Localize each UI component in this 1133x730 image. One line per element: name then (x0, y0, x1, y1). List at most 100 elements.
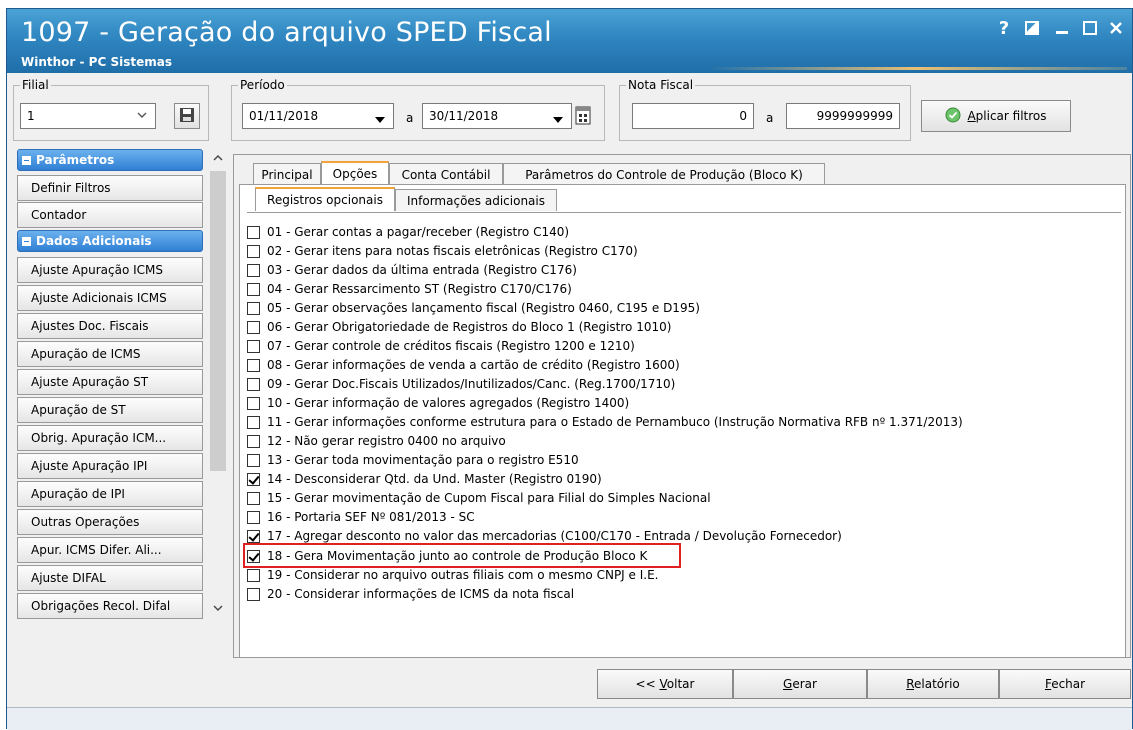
back-button[interactable]: << Voltar (597, 669, 733, 699)
filial-select[interactable]: 1 (20, 103, 156, 129)
close-icon[interactable] (1105, 17, 1127, 39)
help-icon[interactable]: ? (993, 17, 1015, 39)
checkbox[interactable] (247, 358, 260, 372)
window-title: 1097 - Geração do arquivo SPED Fiscal (21, 17, 552, 48)
tab-conta-contabil[interactable]: Conta Contábil (389, 163, 503, 185)
option-row[interactable]: 01 - Gerar contas a pagar/receber (Regis… (247, 223, 569, 241)
periodo-end-date[interactable]: 30/11/2018 (422, 103, 572, 129)
restore-icon[interactable] (1021, 17, 1043, 39)
sidebar-item[interactable]: Apuração de ICMS (17, 341, 203, 367)
option-row[interactable]: 19 - Considerar no arquivo outras filiai… (247, 566, 658, 584)
checkbox[interactable] (247, 529, 260, 543)
close-button[interactable]: Fechar (999, 669, 1131, 699)
option-row[interactable]: 16 - Portaria SEF Nº 081/2013 - SC (247, 508, 475, 526)
checkbox[interactable] (247, 301, 260, 315)
subtab-informacoes-adicionais[interactable]: Informações adicionais (395, 189, 557, 211)
option-row[interactable]: 09 - Gerar Doc.Fiscais Utilizados/Inutil… (247, 375, 675, 393)
sidebar-item[interactable]: Outras Operações (17, 509, 203, 535)
tab-opcoes[interactable]: Opções (321, 161, 389, 185)
option-row[interactable]: 12 - Não gerar registro 0400 no arquivo (247, 432, 506, 450)
title-bar[interactable]: 1097 - Geração do arquivo SPED Fiscal Wi… (7, 9, 1132, 73)
close-button-label: Fechar (1044, 677, 1086, 691)
checkbox[interactable] (247, 415, 260, 429)
option-row[interactable]: 05 - Gerar observações lançamento fiscal… (247, 299, 700, 317)
checkbox[interactable] (247, 568, 260, 582)
checkbox[interactable] (247, 587, 260, 601)
nota-fiscal-end-input[interactable]: 9999999999 (786, 103, 900, 129)
scroll-down-icon[interactable] (209, 599, 227, 617)
main-window: 1097 - Geração do arquivo SPED Fiscal Wi… (6, 8, 1133, 730)
option-row[interactable]: 04 - Gerar Ressarcimento ST (Registro C1… (247, 280, 572, 298)
checkbox[interactable] (247, 491, 260, 505)
back-button-label: << Voltar (635, 677, 695, 691)
sidebar-item-definir-filtros[interactable]: Definir Filtros (17, 175, 203, 201)
sidebar-item[interactable]: Obrigações Recol. Difal (17, 593, 203, 619)
sidebar-item[interactable]: Ajuste Adicionais ICMS (17, 285, 203, 311)
filial-value: 1 (27, 109, 35, 123)
checkbox[interactable] (247, 244, 260, 258)
option-row[interactable]: 08 - Gerar informações de venda a cartão… (247, 356, 680, 374)
checkbox[interactable] (247, 377, 260, 391)
option-row[interactable]: 06 - Gerar Obrigatoriedade de Registros … (247, 318, 671, 336)
sidebar-item[interactable]: Ajuste Apuração ST (17, 369, 203, 395)
nota-fiscal-start-input[interactable]: 0 (632, 103, 754, 129)
sidebar-item[interactable]: Ajustes Doc. Fiscais (17, 313, 203, 339)
checkbox[interactable] (247, 453, 260, 467)
nota-fiscal-label: Nota Fiscal (626, 78, 696, 92)
checkbox[interactable] (247, 434, 260, 448)
sidebar-item[interactable]: Apuração de IPI (17, 481, 203, 507)
collapse-icon (22, 155, 31, 165)
checkbox[interactable] (247, 320, 260, 334)
sidebar-item[interactable]: Ajuste DIFAL (17, 565, 203, 591)
sidebar-item[interactable]: Apuração de ST (17, 397, 203, 423)
nota-fiscal-group: Nota Fiscal 0 a 9999999999 (619, 78, 911, 141)
scroll-up-icon[interactable] (209, 149, 227, 167)
checkbox[interactable] (247, 225, 260, 239)
periodo-start-date[interactable]: 01/11/2018 (242, 103, 394, 129)
save-button[interactable] (174, 103, 200, 129)
sidebar-item-contador[interactable]: Contador (17, 202, 203, 228)
sidebar-panel: Parâmetros Definir Filtros Contador Dado… (17, 149, 227, 639)
option-row[interactable]: 13 - Gerar toda movimentação para o regi… (247, 451, 579, 469)
option-row[interactable]: 07 - Gerar controle de créditos fiscais … (247, 337, 635, 355)
periodo-end-value: 30/11/2018 (429, 109, 499, 123)
scrollbar-thumb[interactable] (210, 171, 226, 471)
option-row[interactable]: 03 - Gerar dados da última entrada (Regi… (247, 261, 577, 279)
dropdown-arrow-icon (553, 113, 563, 127)
checkbox[interactable] (247, 510, 260, 524)
apply-filters-button[interactable]: Aplicar filtros (921, 100, 1071, 132)
floppy-disk-icon (179, 107, 195, 126)
sidebar-item[interactable]: Apur. ICMS Difer. Ali... (17, 537, 203, 563)
option-row[interactable]: 15 - Gerar movimentação de Cupom Fiscal … (247, 489, 711, 507)
generate-button[interactable]: Gerar (733, 669, 867, 699)
tab-bloco-k[interactable]: Parâmetros do Controle de Produção (Bloc… (503, 163, 825, 185)
sidebar-item[interactable]: Obrig. Apuração ICM... (17, 425, 203, 451)
maximize-icon[interactable] (1079, 17, 1101, 39)
sidebar-header-dados-adicionais[interactable]: Dados Adicionais (17, 230, 203, 252)
periodo-group: Período 01/11/2018 a 30/11/2018 (231, 78, 605, 141)
sidebar-header-parametros[interactable]: Parâmetros (17, 149, 203, 171)
nota-fiscal-start-value: 0 (739, 109, 747, 123)
checkbox[interactable] (247, 339, 260, 353)
checkbox[interactable] (247, 472, 260, 486)
sidebar-item[interactable]: Ajuste Apuração ICMS (17, 257, 203, 283)
periodo-start-value: 01/11/2018 (249, 109, 319, 123)
filial-label: Filial (20, 78, 51, 92)
option-row[interactable]: 10 - Gerar informação de valores agregad… (247, 394, 629, 412)
sidebar-item[interactable]: Ajuste Apuração IPI (17, 453, 203, 479)
title-decoration (707, 67, 1127, 70)
tab-principal[interactable]: Principal (253, 163, 321, 185)
apply-filters-label: Aplicar filtros (967, 109, 1047, 123)
option-row[interactable]: 11 - Gerar informações conforme estrutur… (247, 413, 963, 431)
option-row[interactable]: 14 - Desconsiderar Qtd. da Und. Master (… (247, 470, 602, 488)
subtab-registros-opcionais[interactable]: Registros opcionais (255, 187, 395, 211)
calendar-icon[interactable] (574, 104, 592, 129)
report-button[interactable]: Relatório (867, 669, 999, 699)
option-row[interactable]: 20 - Considerar informações de ICMS da n… (247, 585, 574, 603)
checkbox[interactable] (247, 263, 260, 277)
minimize-icon[interactable] (1051, 17, 1073, 39)
checkbox[interactable] (247, 396, 260, 410)
checkbox[interactable] (247, 282, 260, 296)
sidebar-scrollbar[interactable] (209, 149, 227, 633)
option-row[interactable]: 02 - Gerar itens para notas fiscais elet… (247, 242, 638, 260)
